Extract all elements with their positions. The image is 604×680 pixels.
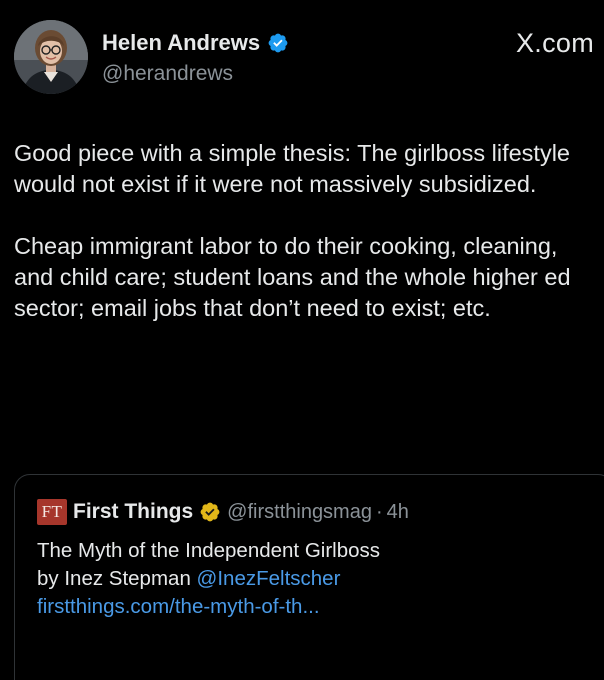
separator-dot: · xyxy=(375,500,383,523)
tweet-paragraph: Good piece with a simple thesis: The gir… xyxy=(14,140,570,197)
quoted-display-name[interactable]: First Things xyxy=(73,500,193,524)
tweet-paragraph: Cheap immigrant labor to do their cookin… xyxy=(14,233,571,321)
author-mention-link[interactable]: @InezFeltscher xyxy=(197,567,341,590)
site-label: X.com xyxy=(515,28,594,58)
quoted-byline: by Inez Stepman @InezFeltscher xyxy=(37,565,597,593)
gold-verified-badge-icon xyxy=(199,501,221,523)
quoted-post-header: FT First Things @firstthingsmag · 4h xyxy=(37,499,409,525)
quoted-timestamp[interactable]: 4h xyxy=(387,501,409,524)
avatar-photo xyxy=(14,20,88,94)
quoted-title-line: The Myth of the Independent Girlboss xyxy=(37,539,381,562)
verified-badge-icon xyxy=(267,32,289,54)
quoted-handle[interactable]: @firstthingsmag xyxy=(227,501,372,524)
article-link[interactable]: firstthings.com/the-myth-of-th... xyxy=(37,593,597,621)
author-name-row: Helen Andrews xyxy=(102,30,289,56)
tweet-header: Helen Andrews @herandrews X.com xyxy=(14,20,594,96)
author-handle[interactable]: @herandrews xyxy=(102,62,233,86)
avatar[interactable] xyxy=(14,20,88,94)
first-things-logo: FT xyxy=(37,499,67,525)
tweet-text: Good piece with a simple thesis: The gir… xyxy=(14,138,598,324)
byline-prefix: by Inez Stepman xyxy=(37,567,197,590)
author-display-name[interactable]: Helen Andrews xyxy=(102,30,260,56)
quoted-post-text: The Myth of the Independent Girlboss by … xyxy=(37,537,597,621)
quoted-post-card[interactable]: FT First Things @firstthingsmag · 4h The… xyxy=(14,474,604,680)
